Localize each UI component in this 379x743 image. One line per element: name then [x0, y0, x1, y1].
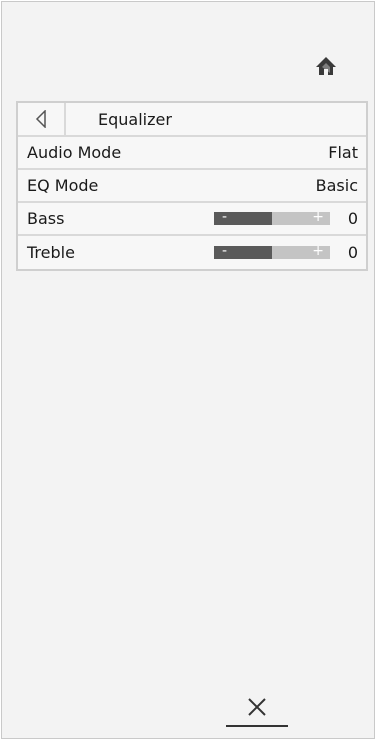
treble-value: 0 [347, 243, 358, 262]
menu-header: Equalizer [18, 103, 366, 137]
bass-value: 0 [347, 209, 358, 228]
eq-mode-label: EQ Mode [27, 176, 99, 195]
equalizer-menu: Equalizer Audio Mode Flat EQ Mode Basic … [16, 101, 368, 271]
treble-plus-icon: + [312, 243, 324, 259]
bass-slider[interactable]: - + [214, 209, 330, 225]
treble-label: Treble [27, 243, 75, 262]
bass-label: Bass [27, 209, 65, 228]
audio-mode-label: Audio Mode [27, 143, 122, 162]
triangle-left-icon [35, 110, 46, 128]
close-underline [226, 725, 288, 727]
back-button[interactable] [18, 103, 66, 135]
audio-mode-value: Flat [328, 143, 358, 162]
close-button[interactable] [226, 697, 288, 727]
eq-mode-row[interactable]: EQ Mode Basic [18, 170, 366, 203]
bass-plus-icon: + [312, 209, 324, 225]
treble-slider[interactable]: - + [214, 243, 330, 259]
treble-slider-fill: - [214, 243, 272, 259]
home-button[interactable] [313, 54, 339, 78]
bass-minus-icon: - [222, 209, 228, 225]
menu-title: Equalizer [98, 109, 172, 129]
audio-mode-row[interactable]: Audio Mode Flat [18, 137, 366, 170]
treble-minus-icon: - [222, 243, 228, 259]
equalizer-panel: Equalizer Audio Mode Flat EQ Mode Basic … [1, 1, 375, 739]
bass-slider-track: + [272, 209, 330, 225]
close-icon [248, 698, 266, 716]
treble-row[interactable]: Treble - + 0 [18, 236, 366, 269]
treble-slider-track: + [272, 243, 330, 259]
bass-row[interactable]: Bass - + 0 [18, 203, 366, 236]
bass-slider-fill: - [214, 209, 272, 225]
eq-mode-value: Basic [315, 176, 358, 195]
home-icon [316, 57, 336, 75]
